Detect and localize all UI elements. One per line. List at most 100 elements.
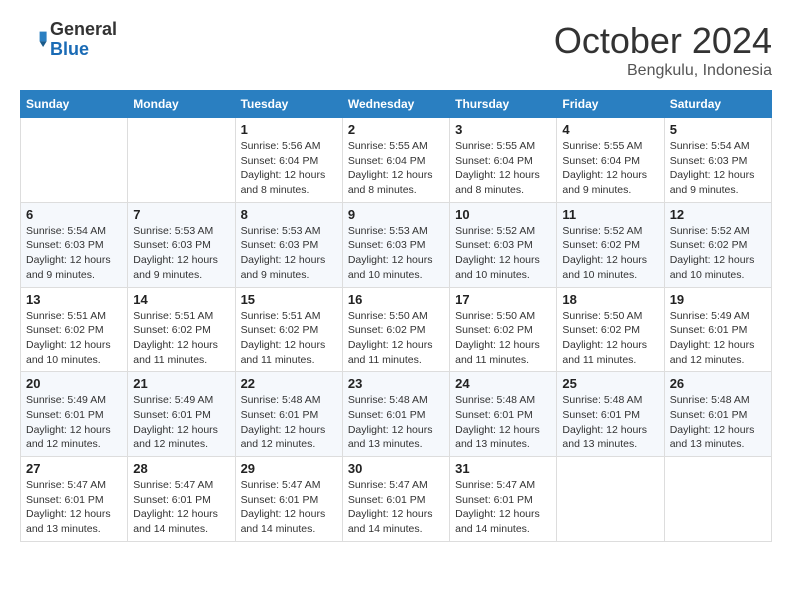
calendar-cell: 9 Sunrise: 5:53 AMSunset: 6:03 PMDaylight… [342,202,449,287]
calendar-cell: 18 Sunrise: 5:50 AMSunset: 6:02 PMDayligh… [557,287,664,372]
cell-sun-info: Sunrise: 5:47 AMSunset: 6:01 PMDaylight:… [133,478,229,537]
cell-sun-info: Sunrise: 5:56 AMSunset: 6:04 PMDaylight:… [241,139,337,198]
calendar-cell: 31Sunrise: 5:47 AMSunset: 6:01 PMDayligh… [450,457,557,542]
day-number: 17 [455,292,551,307]
calendar-cell: 12 Sunrise: 5:52 AMSunset: 6:02 PMDayligh… [664,202,771,287]
calendar-cell: 6 Sunrise: 5:54 AMSunset: 6:03 PMDaylight… [21,202,128,287]
cell-sun-info: Sunrise: 5:50 AMSunset: 6:02 PMDaylight:… [455,309,551,368]
calendar-cell: 3 Sunrise: 5:55 AMSunset: 6:04 PMDaylight… [450,118,557,203]
day-number: 1 [241,122,337,137]
calendar-cell [128,118,235,203]
cell-sun-info: Sunrise: 5:52 AMSunset: 6:02 PMDaylight:… [670,224,766,283]
logo-icon [20,26,48,54]
day-number: 8 [241,207,337,222]
calendar-cell: 2 Sunrise: 5:55 AMSunset: 6:04 PMDaylight… [342,118,449,203]
calendar-cell: 15Sunrise: 5:51 AMSunset: 6:02 PMDayligh… [235,287,342,372]
day-number: 29 [241,461,337,476]
calendar-cell: 30 Sunrise: 5:47 AMSunset: 6:01 PMDayligh… [342,457,449,542]
calendar-header-monday: Monday [128,91,235,118]
day-number: 16 [348,292,444,307]
logo-blue-text: Blue [50,39,89,59]
day-number: 14 [133,292,229,307]
calendar-cell [21,118,128,203]
month-year-title: October 2024 [554,20,772,62]
cell-sun-info: Sunrise: 5:48 AMSunset: 6:01 PMDaylight:… [241,393,337,452]
calendar-cell: 17 Sunrise: 5:50 AMSunset: 6:02 PMDayligh… [450,287,557,372]
cell-sun-info: Sunrise: 5:53 AMSunset: 6:03 PMDaylight:… [241,224,337,283]
cell-sun-info: Sunrise: 5:47 AMSunset: 6:01 PMDaylight:… [348,478,444,537]
calendar-cell: 19Sunrise: 5:49 AMSunset: 6:01 PMDayligh… [664,287,771,372]
day-number: 26 [670,376,766,391]
calendar-header-tuesday: Tuesday [235,91,342,118]
calendar-cell: 7Sunrise: 5:53 AMSunset: 6:03 PMDaylight… [128,202,235,287]
logo: General Blue [20,20,117,60]
calendar-cell: 20 Sunrise: 5:49 AMSunset: 6:01 PMDayligh… [21,372,128,457]
calendar-cell: 26 Sunrise: 5:48 AMSunset: 6:01 PMDayligh… [664,372,771,457]
day-number: 12 [670,207,766,222]
cell-sun-info: Sunrise: 5:55 AMSunset: 6:04 PMDaylight:… [562,139,658,198]
location-subtitle: Bengkulu, Indonesia [554,62,772,80]
day-number: 18 [562,292,658,307]
cell-sun-info: Sunrise: 5:48 AMSunset: 6:01 PMDaylight:… [670,393,766,452]
cell-sun-info: Sunrise: 5:55 AMSunset: 6:04 PMDaylight:… [348,139,444,198]
cell-sun-info: Sunrise: 5:50 AMSunset: 6:02 PMDaylight:… [348,309,444,368]
day-number: 4 [562,122,658,137]
calendar-cell: 4 Sunrise: 5:55 AMSunset: 6:04 PMDaylight… [557,118,664,203]
cell-sun-info: Sunrise: 5:48 AMSunset: 6:01 PMDaylight:… [562,393,658,452]
day-number: 24 [455,376,551,391]
calendar-week-row: 6 Sunrise: 5:54 AMSunset: 6:03 PMDaylight… [21,202,772,287]
calendar-week-row: 20 Sunrise: 5:49 AMSunset: 6:01 PMDayligh… [21,372,772,457]
calendar-header-row: SundayMondayTuesdayWednesdayThursdayFrid… [21,91,772,118]
calendar-cell: 8 Sunrise: 5:53 AMSunset: 6:03 PMDaylight… [235,202,342,287]
day-number: 6 [26,207,122,222]
cell-sun-info: Sunrise: 5:50 AMSunset: 6:02 PMDaylight:… [562,309,658,368]
calendar-cell [557,457,664,542]
day-number: 9 [348,207,444,222]
cell-sun-info: Sunrise: 5:54 AMSunset: 6:03 PMDaylight:… [26,224,122,283]
calendar-cell: 11 Sunrise: 5:52 AMSunset: 6:02 PMDayligh… [557,202,664,287]
cell-sun-info: Sunrise: 5:51 AMSunset: 6:02 PMDaylight:… [133,309,229,368]
calendar-header-saturday: Saturday [664,91,771,118]
page-header: General Blue October 2024 Bengkulu, Indo… [20,20,772,80]
calendar-cell: 10 Sunrise: 5:52 AMSunset: 6:03 PMDayligh… [450,202,557,287]
calendar-cell: 21Sunrise: 5:49 AMSunset: 6:01 PMDayligh… [128,372,235,457]
day-number: 27 [26,461,122,476]
day-number: 20 [26,376,122,391]
day-number: 5 [670,122,766,137]
calendar-table: SundayMondayTuesdayWednesdayThursdayFrid… [20,90,772,542]
day-number: 3 [455,122,551,137]
calendar-week-row: 13Sunrise: 5:51 AMSunset: 6:02 PMDayligh… [21,287,772,372]
day-number: 10 [455,207,551,222]
calendar-cell: 24Sunrise: 5:48 AMSunset: 6:01 PMDayligh… [450,372,557,457]
cell-sun-info: Sunrise: 5:52 AMSunset: 6:02 PMDaylight:… [562,224,658,283]
day-number: 23 [348,376,444,391]
calendar-cell: 22 Sunrise: 5:48 AMSunset: 6:01 PMDayligh… [235,372,342,457]
cell-sun-info: Sunrise: 5:51 AMSunset: 6:02 PMDaylight:… [241,309,337,368]
cell-sun-info: Sunrise: 5:49 AMSunset: 6:01 PMDaylight:… [133,393,229,452]
day-number: 31 [455,461,551,476]
day-number: 25 [562,376,658,391]
calendar-cell: 13Sunrise: 5:51 AMSunset: 6:02 PMDayligh… [21,287,128,372]
calendar-header-friday: Friday [557,91,664,118]
cell-sun-info: Sunrise: 5:47 AMSunset: 6:01 PMDaylight:… [241,478,337,537]
cell-sun-info: Sunrise: 5:54 AMSunset: 6:03 PMDaylight:… [670,139,766,198]
cell-sun-info: Sunrise: 5:47 AMSunset: 6:01 PMDaylight:… [26,478,122,537]
cell-sun-info: Sunrise: 5:52 AMSunset: 6:03 PMDaylight:… [455,224,551,283]
calendar-header-wednesday: Wednesday [342,91,449,118]
calendar-cell: 29 Sunrise: 5:47 AMSunset: 6:01 PMDayligh… [235,457,342,542]
logo-general-text: General [50,19,117,39]
calendar-cell [664,457,771,542]
day-number: 22 [241,376,337,391]
calendar-week-row: 1 Sunrise: 5:56 AMSunset: 6:04 PMDaylight… [21,118,772,203]
day-number: 28 [133,461,229,476]
cell-sun-info: Sunrise: 5:53 AMSunset: 6:03 PMDaylight:… [348,224,444,283]
day-number: 19 [670,292,766,307]
day-number: 2 [348,122,444,137]
cell-sun-info: Sunrise: 5:55 AMSunset: 6:04 PMDaylight:… [455,139,551,198]
day-number: 30 [348,461,444,476]
day-number: 11 [562,207,658,222]
cell-sun-info: Sunrise: 5:48 AMSunset: 6:01 PMDaylight:… [348,393,444,452]
calendar-cell: 27 Sunrise: 5:47 AMSunset: 6:01 PMDayligh… [21,457,128,542]
calendar-cell: 1 Sunrise: 5:56 AMSunset: 6:04 PMDaylight… [235,118,342,203]
cell-sun-info: Sunrise: 5:49 AMSunset: 6:01 PMDaylight:… [26,393,122,452]
